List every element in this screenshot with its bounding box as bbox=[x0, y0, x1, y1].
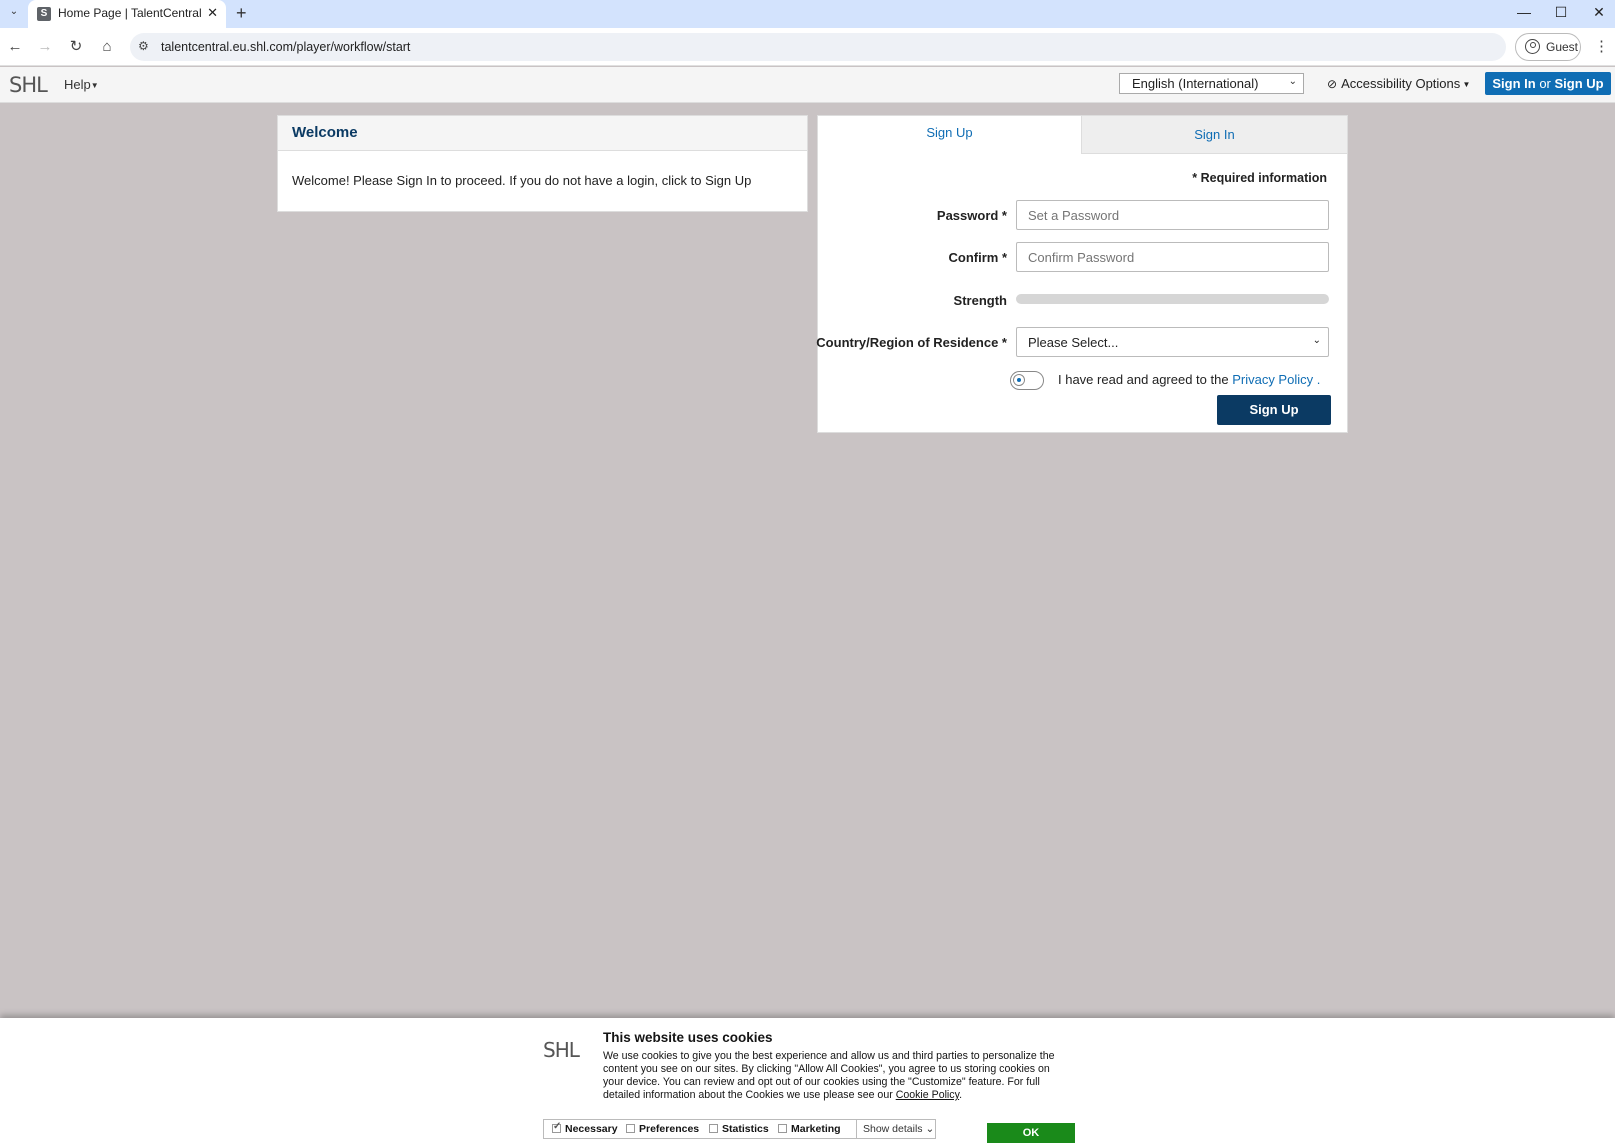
signup-panel: Sign Up Sign In * Required information P… bbox=[816, 115, 1348, 433]
signup-label: Sign Up bbox=[1554, 76, 1604, 91]
consent-preferences[interactable]: Preferences bbox=[626, 1123, 699, 1135]
home-icon[interactable]: ⌂ bbox=[97, 37, 117, 57]
help-label: Help bbox=[64, 77, 91, 92]
checkbox-checked-icon bbox=[552, 1121, 561, 1133]
language-selected: English (International) bbox=[1132, 76, 1259, 91]
confirm-password-field[interactable] bbox=[1016, 242, 1329, 272]
site-info-icon[interactable]: ⚙ bbox=[138, 39, 149, 53]
reload-icon[interactable]: ↻ bbox=[66, 37, 86, 57]
password-field[interactable] bbox=[1016, 200, 1329, 230]
cookie-ok-button[interactable]: OK bbox=[987, 1123, 1075, 1143]
window-close-icon[interactable]: ✕ bbox=[1587, 2, 1611, 22]
password-strength-meter bbox=[1016, 294, 1329, 304]
consent-label: Necessary bbox=[565, 1123, 618, 1135]
cookie-body-text: We use cookies to give you the best expe… bbox=[603, 1050, 1055, 1101]
new-tab-plus-icon[interactable]: + bbox=[236, 3, 247, 23]
tab-signup[interactable]: Sign Up bbox=[818, 116, 1081, 154]
back-arrow-icon[interactable]: ← bbox=[5, 37, 25, 57]
caret-down-icon: ▼ bbox=[90, 81, 99, 91]
chevron-down-icon: ⌄ bbox=[1288, 76, 1297, 87]
consent-label: Marketing bbox=[791, 1123, 841, 1135]
auth-tabs: Sign Up Sign In bbox=[818, 116, 1347, 154]
profile-label: Guest bbox=[1546, 40, 1579, 54]
country-select[interactable]: Please Select... ⌄ bbox=[1016, 327, 1329, 357]
signin-signup-button[interactable]: Sign In or Sign Up bbox=[1485, 72, 1611, 95]
toggle-knob bbox=[1013, 374, 1025, 386]
profile-icon bbox=[1525, 39, 1540, 54]
accessibility-options-menu[interactable]: ⊘ Accessibility Options ▼ bbox=[1327, 76, 1470, 91]
cookie-policy-link[interactable]: Cookie Policy bbox=[896, 1089, 959, 1101]
signup-submit-button[interactable]: Sign Up bbox=[1217, 395, 1331, 425]
profile-guest-button[interactable]: Guest bbox=[1515, 33, 1581, 61]
tab-close-icon[interactable]: ✕ bbox=[207, 5, 218, 21]
cookie-title: This website uses cookies bbox=[603, 1030, 773, 1045]
maximize-icon[interactable]: ☐ bbox=[1549, 2, 1573, 22]
cookie-banner: SHL This website uses cookies We use coo… bbox=[0, 1018, 1615, 1144]
welcome-panel: Welcome Welcome! Please Sign In to proce… bbox=[277, 115, 808, 212]
consent-statistics[interactable]: Statistics bbox=[709, 1123, 769, 1135]
cookie-policy-suffix: . bbox=[959, 1089, 963, 1101]
privacy-policy-link[interactable]: Privacy Policy bbox=[1232, 372, 1313, 387]
privacy-agree-text: I have read and agreed to the Privacy Po… bbox=[1058, 372, 1320, 387]
language-select[interactable]: English (International) ⌄ bbox=[1119, 73, 1304, 94]
cookie-consent-row: Necessary Preferences Statistics Marketi… bbox=[543, 1119, 936, 1139]
welcome-title: Welcome bbox=[278, 116, 807, 151]
chevron-down-icon: ⌄ bbox=[925, 1123, 935, 1135]
agree-suffix: . bbox=[1316, 372, 1321, 387]
caret-down-icon: ▼ bbox=[1460, 80, 1471, 90]
privacy-agree-toggle[interactable] bbox=[1010, 371, 1044, 390]
show-details-toggle[interactable]: Show details ⌄ bbox=[856, 1120, 936, 1138]
signin-label: Sign In bbox=[1492, 76, 1536, 91]
minimize-icon[interactable]: — bbox=[1512, 2, 1536, 22]
country-label: Country/Region of Residence * bbox=[816, 335, 1007, 350]
browser-tab-active[interactable]: S Home Page | TalentCentral ✕ bbox=[28, 0, 226, 28]
cookie-shl-logo: SHL bbox=[543, 1038, 580, 1062]
checkbox-icon bbox=[778, 1124, 787, 1133]
consent-label: Preferences bbox=[639, 1123, 700, 1135]
address-bar[interactable]: ⚙ talentcentral.eu.shl.com/player/workfl… bbox=[130, 33, 1506, 61]
country-selected: Please Select... bbox=[1028, 335, 1119, 350]
checkbox-icon bbox=[626, 1124, 635, 1133]
chevron-down-icon: ⌄ bbox=[1312, 335, 1321, 346]
checkbox-icon bbox=[709, 1124, 718, 1133]
accessibility-label: Accessibility Options bbox=[1341, 76, 1461, 91]
app-header: SHL Help▼ English (International) ⌄ ⊘ Acc… bbox=[0, 67, 1615, 103]
cookie-body: We use cookies to give you the best expe… bbox=[603, 1050, 1063, 1102]
shl-logo: SHL bbox=[9, 73, 48, 97]
strength-label: Strength bbox=[953, 293, 1007, 308]
confirm-label: Confirm * bbox=[948, 250, 1008, 265]
or-label: or bbox=[1539, 76, 1551, 91]
eye-slash-icon: ⊘ bbox=[1327, 77, 1338, 91]
agree-label: I have read and agreed to the bbox=[1058, 372, 1229, 387]
url-text: talentcentral.eu.shl.com/player/workflow… bbox=[161, 40, 411, 54]
password-label: Password * bbox=[936, 208, 1007, 223]
tab-search-chevron-icon[interactable]: ⌄ bbox=[6, 4, 22, 20]
forward-arrow-icon[interactable]: → bbox=[35, 37, 55, 57]
site-favicon-icon: S bbox=[37, 7, 51, 21]
tab-title: Home Page | TalentCentral bbox=[58, 6, 202, 20]
tab-signin[interactable]: Sign In bbox=[1081, 116, 1347, 154]
browser-menu-kebab-icon[interactable]: ⋮ bbox=[1594, 37, 1609, 57]
required-info-note: * Required information bbox=[1192, 171, 1327, 185]
browser-tab-bar: ⌄ S Home Page | TalentCentral ✕ + — ☐ ✕ bbox=[0, 0, 1615, 28]
consent-marketing[interactable]: Marketing bbox=[778, 1123, 841, 1135]
welcome-message: Welcome! Please Sign In to proceed. If y… bbox=[292, 173, 752, 188]
browser-toolbar: ← → ↻ ⌂ ⚙ talentcentral.eu.shl.com/playe… bbox=[0, 28, 1615, 66]
show-details-label: Show details bbox=[863, 1123, 923, 1135]
help-menu[interactable]: Help▼ bbox=[64, 77, 99, 92]
consent-necessary[interactable]: Necessary bbox=[552, 1121, 618, 1135]
consent-label: Statistics bbox=[722, 1123, 769, 1135]
